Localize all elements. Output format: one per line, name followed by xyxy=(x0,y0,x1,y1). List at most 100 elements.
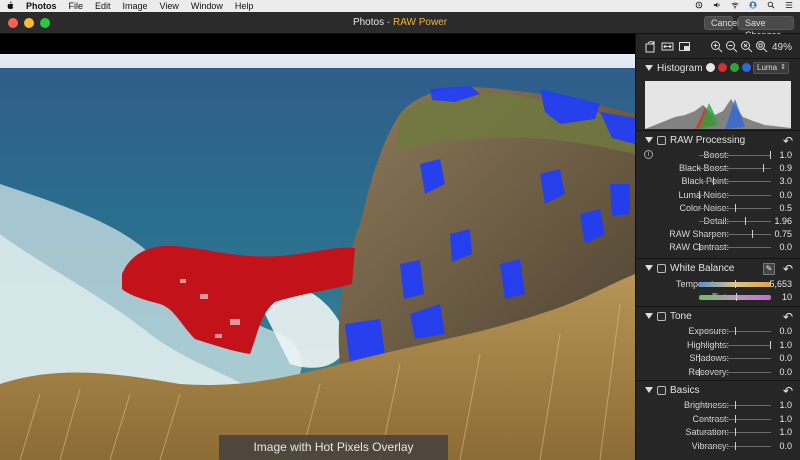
highlights-slider-thumb[interactable] xyxy=(770,340,771,349)
tint-slider[interactable] xyxy=(699,295,771,300)
basics-checkbox[interactable] xyxy=(657,386,666,395)
tint-value[interactable]: 10 xyxy=(782,292,792,302)
basics-disclosure-icon[interactable] xyxy=(645,387,653,393)
recovery-slider[interactable] xyxy=(699,371,771,373)
red-channel-dot[interactable] xyxy=(718,63,727,72)
color-noise-slider-thumb[interactable] xyxy=(735,203,736,212)
black-point-row: Black Point: 3.0 xyxy=(636,175,800,188)
raw-contrast-value[interactable]: 0.0 xyxy=(779,242,792,252)
menu-file[interactable]: File xyxy=(63,1,90,11)
temperature-slider-thumb[interactable] xyxy=(735,280,736,288)
highlights-value[interactable]: 1.0 xyxy=(779,340,792,350)
luma-channel-dot[interactable] xyxy=(706,63,715,72)
volume-icon[interactable] xyxy=(712,1,722,11)
black-point-slider[interactable] xyxy=(699,181,771,183)
recovery-slider-thumb[interactable] xyxy=(699,367,700,376)
black-point-slider-thumb[interactable] xyxy=(713,177,714,186)
zoom-in-icon[interactable] xyxy=(710,40,723,53)
saturation-slider-thumb[interactable] xyxy=(735,428,736,436)
raw-processing-disclosure-icon[interactable] xyxy=(645,137,653,143)
menu-edit[interactable]: Edit xyxy=(89,1,117,11)
tint-slider-thumb[interactable] xyxy=(736,293,737,301)
temperature-value[interactable]: 5,653 xyxy=(769,279,792,289)
vibrancy-row: Vibrancy: 0.0 xyxy=(636,440,800,453)
exposure-value[interactable]: 0.0 xyxy=(779,326,792,336)
saturation-value[interactable]: 1.0 xyxy=(779,427,792,437)
shadows-value[interactable]: 0.0 xyxy=(779,353,792,363)
boost-slider[interactable] xyxy=(699,155,771,156)
apple-menu-icon[interactable] xyxy=(0,1,20,12)
zoom-fit-icon[interactable] xyxy=(740,40,753,53)
menu-app-name[interactable]: Photos xyxy=(20,1,63,11)
tone-checkbox[interactable] xyxy=(657,312,666,321)
vibrancy-slider-thumb[interactable] xyxy=(735,441,736,450)
brightness-slider-thumb[interactable] xyxy=(735,401,736,409)
menu-window[interactable]: Window xyxy=(185,1,229,11)
tone-disclosure-icon[interactable] xyxy=(645,313,653,319)
wifi-icon[interactable] xyxy=(730,1,740,11)
black-point-value[interactable]: 3.0 xyxy=(779,176,792,186)
menu-image[interactable]: Image xyxy=(117,1,154,11)
detail-value[interactable]: 1.96 xyxy=(774,216,792,226)
luma-noise-slider[interactable] xyxy=(699,194,771,196)
black-boost-slider[interactable] xyxy=(699,168,771,170)
white-balance-checkbox[interactable] xyxy=(657,264,666,273)
tone-title: Tone xyxy=(670,311,692,322)
time-machine-icon[interactable] xyxy=(694,1,704,11)
detail-slider[interactable] xyxy=(699,221,771,222)
crop-icon[interactable] xyxy=(678,40,691,53)
window-titlebar: Photos - RAW Power Cancel Save Changes xyxy=(0,12,800,40)
eyedropper-icon[interactable]: ✎ xyxy=(763,263,775,275)
white-balance-reset-icon[interactable]: ↶ xyxy=(783,262,793,276)
highlights-slider[interactable] xyxy=(699,344,771,346)
boost-slider-thumb[interactable] xyxy=(770,151,771,159)
color-noise-value[interactable]: 0.5 xyxy=(779,203,792,213)
blue-channel-dot[interactable] xyxy=(742,63,751,72)
detail-slider-thumb[interactable] xyxy=(745,217,746,225)
luma-noise-slider-thumb[interactable] xyxy=(699,190,700,199)
contrast-value[interactable]: 1.0 xyxy=(779,414,792,424)
zoom-actual-icon[interactable] xyxy=(755,40,768,53)
brightness-value[interactable]: 1.0 xyxy=(779,400,792,410)
raw-sharpen-slider-thumb[interactable] xyxy=(752,230,753,239)
shadows-slider[interactable] xyxy=(699,358,771,359)
raw-contrast-slider[interactable] xyxy=(699,247,771,249)
white-balance-title: White Balance xyxy=(670,263,735,274)
menu-view[interactable]: View xyxy=(154,1,185,11)
photo-canvas[interactable] xyxy=(0,34,635,460)
histogram-disclosure-icon[interactable] xyxy=(645,65,653,71)
rotate-icon[interactable] xyxy=(644,40,657,53)
raw-contrast-slider-thumb[interactable] xyxy=(699,243,700,252)
vibrancy-value[interactable]: 0.0 xyxy=(779,441,792,451)
contrast-slider-thumb[interactable] xyxy=(735,414,736,423)
basics-reset-icon[interactable]: ↶ xyxy=(783,384,793,398)
raw-processing-checkbox[interactable] xyxy=(657,136,666,145)
menu-extras-icon[interactable] xyxy=(784,1,794,11)
menu-help[interactable]: Help xyxy=(229,1,260,11)
exposure-slider-thumb[interactable] xyxy=(735,327,736,335)
boost-value[interactable]: 1.0 xyxy=(779,150,792,160)
tone-reset-icon[interactable]: ↶ xyxy=(783,310,793,324)
black-boost-value[interactable]: 0.9 xyxy=(779,163,792,173)
black-boost-slider-thumb[interactable] xyxy=(763,164,764,173)
white-balance-disclosure-icon[interactable] xyxy=(645,265,653,271)
recovery-value[interactable]: 0.0 xyxy=(779,367,792,377)
brightness-row: Brightness: 1.0 xyxy=(636,399,800,412)
search-icon[interactable] xyxy=(766,1,776,11)
raw-sharpen-value[interactable]: 0.75 xyxy=(774,229,792,239)
save-changes-button[interactable]: Save Changes xyxy=(738,16,794,40)
zoom-out-icon[interactable] xyxy=(725,40,738,53)
raw-processing-reset-icon[interactable]: ↶ xyxy=(783,134,793,148)
luma-noise-value[interactable]: 0.0 xyxy=(779,190,792,200)
window-title-separator: - xyxy=(384,17,393,28)
shadows-slider-thumb[interactable] xyxy=(699,354,700,362)
boost-row: i Boost: 1.0 xyxy=(636,149,800,162)
shadows-row: Shadows: 0.0 xyxy=(636,352,800,365)
cancel-button[interactable]: Cancel xyxy=(704,16,739,30)
histogram-channel-select[interactable]: Luma ⇕ xyxy=(753,62,789,74)
green-channel-dot[interactable] xyxy=(730,63,739,72)
raw-sharpen-slider[interactable] xyxy=(699,234,771,236)
info-icon[interactable]: i xyxy=(644,150,653,159)
user-avatar-icon[interactable] xyxy=(748,1,758,11)
compare-icon[interactable] xyxy=(661,40,674,53)
